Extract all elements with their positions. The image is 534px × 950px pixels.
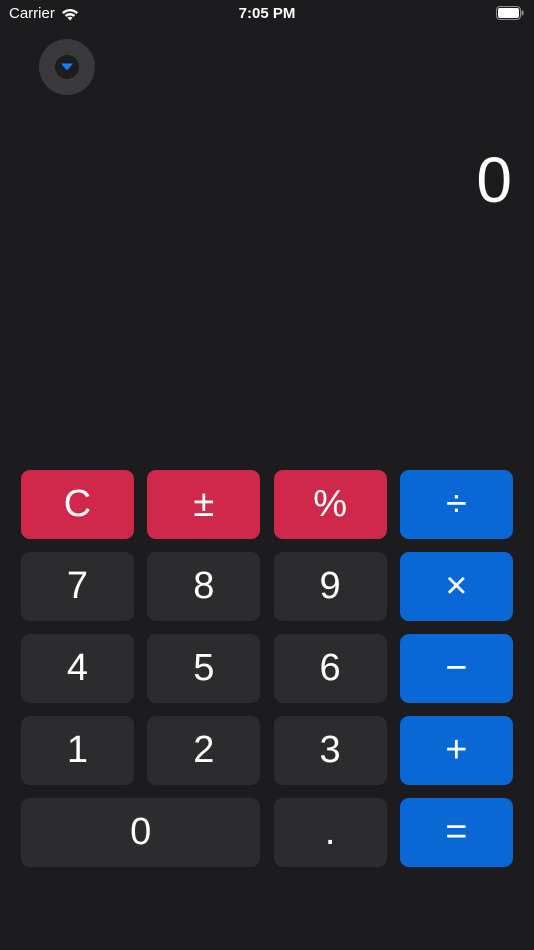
chevron-down-icon (61, 63, 73, 71)
digit-7-button[interactable]: 7 (21, 552, 134, 621)
collapse-button[interactable] (39, 39, 95, 95)
subtract-button[interactable]: − (399, 634, 513, 703)
digit-1-button[interactable]: 1 (21, 716, 134, 785)
percent-button[interactable]: % (273, 470, 387, 539)
equals-button[interactable]: = (399, 798, 513, 867)
sign-toggle-button[interactable]: ± (147, 470, 261, 539)
clear-button[interactable]: C (21, 470, 134, 539)
digit-8-button[interactable]: 8 (147, 552, 261, 621)
collapse-button-inner (55, 55, 79, 79)
divide-button[interactable]: ÷ (399, 470, 513, 539)
digit-4-button[interactable]: 4 (21, 634, 134, 703)
decimal-button[interactable]: . (273, 798, 387, 867)
result-display: 0 (476, 144, 512, 216)
digit-9-button[interactable]: 9 (273, 552, 387, 621)
status-time: 7:05 PM (238, 5, 296, 22)
add-button[interactable]: + (399, 716, 513, 785)
multiply-button[interactable]: × (399, 552, 513, 621)
battery-icon (496, 6, 524, 20)
digit-2-button[interactable]: 2 (147, 716, 261, 785)
keypad: C ± % ÷ 7 8 9 × 4 5 6 − 1 2 3 + 0 . = (21, 470, 513, 867)
status-bar: Carrier 7:05 PM (0, 0, 534, 28)
digit-5-button[interactable]: 5 (147, 634, 261, 703)
digit-0-button[interactable]: 0 (21, 798, 261, 867)
digit-6-button[interactable]: 6 (273, 634, 387, 703)
digit-3-button[interactable]: 3 (273, 716, 387, 785)
